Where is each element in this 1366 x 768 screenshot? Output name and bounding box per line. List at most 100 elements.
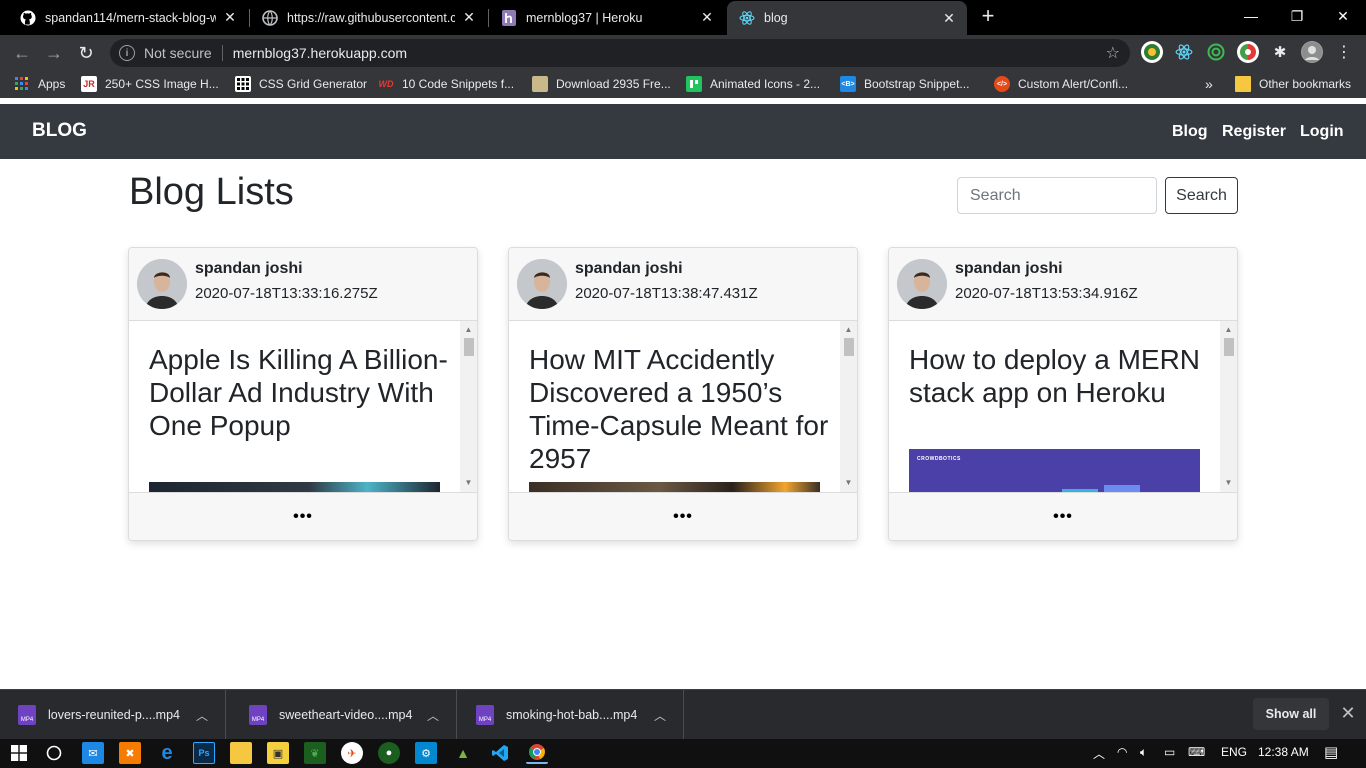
tab-github[interactable]: spandan114/mern-stack-blog-wi ✕ (8, 2, 248, 33)
wifi-icon[interactable]: ◠ (1117, 745, 1127, 759)
scroll-thumb[interactable] (844, 338, 854, 356)
bookmarks-overflow-button[interactable]: » (1205, 75, 1213, 93)
scroll-down-icon[interactable]: ▼ (1220, 476, 1237, 490)
scroll-down-icon[interactable]: ▼ (840, 476, 857, 490)
bookmark-star-icon[interactable]: ☆ (1106, 43, 1120, 63)
scrollbar[interactable]: ▲ ▼ (840, 321, 857, 492)
language-indicator[interactable]: ENG (1221, 745, 1247, 759)
chevron-up-icon[interactable]: ︿ (651, 707, 669, 724)
bookmark-css-grid-generator[interactable]: CSS Grid Generator (235, 75, 367, 93)
photoshop-icon[interactable]: Ps (193, 742, 215, 764)
chevron-up-icon[interactable]: ︿ (193, 707, 211, 724)
scroll-thumb[interactable] (464, 338, 474, 356)
bookmark-css-image-hover[interactable]: JR 250+ CSS Image H... (81, 75, 219, 93)
address-bar[interactable]: i Not secure mernblog37.herokuapp.com ☆ (110, 39, 1130, 67)
search-button[interactable]: Search (1165, 177, 1238, 214)
card-body[interactable]: How to deploy a MERN stack app on Heroku… (889, 321, 1237, 492)
brand-logo[interactable]: BLOG (32, 120, 87, 142)
scroll-up-icon[interactable]: ▲ (1220, 323, 1237, 337)
blog-card: spandan joshi 2020-07-18T13:33:16.275Z A… (128, 247, 478, 541)
close-icon[interactable]: ✕ (699, 9, 715, 26)
show-all-button[interactable]: Show all (1253, 698, 1329, 730)
bookmark-animated-icons[interactable]: Animated Icons - 2... (686, 75, 820, 93)
file-explorer-icon[interactable] (230, 742, 252, 764)
extensions-puzzle-icon[interactable]: ✱ (1269, 41, 1291, 63)
window-close-button[interactable]: ✕ (1320, 0, 1366, 32)
scroll-up-icon[interactable]: ▲ (840, 323, 857, 337)
browser-menu-icon[interactable]: ⋮ (1333, 41, 1355, 63)
profile-avatar-icon[interactable] (1301, 41, 1323, 63)
card-body[interactable]: Apple Is Killing A Billion-Dollar Ad Ind… (129, 321, 477, 492)
edge-icon[interactable]: e (156, 742, 178, 764)
cortana-search-icon[interactable] (43, 742, 65, 764)
app-icon[interactable]: ⚙ (415, 742, 437, 764)
target-extension-icon[interactable] (1205, 41, 1227, 63)
windows-start-icon[interactable] (8, 742, 30, 764)
search-input[interactable] (957, 177, 1157, 214)
tab-raw-githubusercontent[interactable]: https://raw.githubusercontent.co ✕ (250, 2, 487, 33)
maximize-button[interactable]: ❐ (1274, 0, 1320, 32)
clock[interactable]: 12:38 AM (1258, 745, 1309, 759)
more-button[interactable]: ••• (889, 492, 1237, 540)
notifications-icon[interactable]: ▤ (1324, 743, 1338, 761)
scrollbar[interactable]: ▲ ▼ (1220, 321, 1237, 492)
mail-icon[interactable]: ✉ (82, 742, 104, 764)
new-tab-button[interactable]: + (977, 5, 999, 28)
more-button[interactable]: ••• (129, 492, 477, 540)
globe-icon (262, 9, 278, 26)
mongodb-icon[interactable]: ❦ (304, 742, 326, 764)
keyboard-icon[interactable]: ⌨ (1188, 745, 1205, 759)
url-text[interactable]: mernblog37.herokuapp.com (233, 45, 1106, 61)
sticky-notes-icon[interactable]: ▣ (267, 742, 289, 764)
bookmarks-bar: Apps JR 250+ CSS Image H... CSS Grid Gen… (0, 70, 1366, 98)
other-bookmarks[interactable]: Other bookmarks (1235, 75, 1351, 93)
vscode-icon[interactable] (489, 742, 511, 764)
forward-button[interactable]: → (42, 41, 66, 65)
grid-icon (235, 76, 251, 92)
post-image: CROWDBOTICS (909, 449, 1200, 492)
volume-icon[interactable]: 🔈︎ (1140, 745, 1147, 760)
scroll-up-icon[interactable]: ▲ (460, 323, 477, 337)
xampp-icon[interactable]: ✖ (119, 742, 141, 764)
more-button[interactable]: ••• (509, 492, 857, 540)
minimize-button[interactable]: — (1228, 0, 1274, 32)
bookmark-label: Bootstrap Snippet... (864, 77, 970, 91)
battery-icon[interactable]: ▭ (1164, 745, 1175, 759)
scroll-thumb[interactable] (1224, 338, 1234, 356)
react-icon (739, 10, 755, 26)
nav-link-register[interactable]: Register (1222, 123, 1286, 141)
nav-link-blog[interactable]: Blog (1172, 123, 1208, 141)
download-item[interactable]: MP4 sweetheart-video....mp4 ︿ (231, 690, 457, 740)
download-item[interactable]: MP4 lovers-reunited-p....mp4 ︿ (0, 690, 226, 740)
tab-heroku[interactable]: mernblog37 | Heroku ✕ (489, 2, 725, 33)
close-icon[interactable]: ✕ (941, 10, 957, 27)
chrome-icon[interactable] (526, 742, 548, 764)
bookmark-apps[interactable]: Apps (14, 75, 65, 93)
security-status[interactable]: Not secure (144, 45, 212, 61)
reload-button[interactable]: ↻ (74, 41, 98, 65)
close-icon[interactable]: ✕ (1338, 703, 1358, 725)
close-icon[interactable]: ✕ (461, 9, 477, 26)
bookmark-custom-alert[interactable]: </> Custom Alert/Confi... (994, 75, 1128, 93)
chevron-up-icon[interactable]: ︿ (1093, 745, 1105, 762)
mongodb-compass-icon[interactable]: ● (378, 742, 400, 764)
bookmark-bootstrap-snippets[interactable]: <B> Bootstrap Snippet... (840, 75, 969, 93)
close-icon[interactable]: ✕ (222, 9, 238, 26)
bookmark-code-snippets[interactable]: WD 10 Code Snippets f... (378, 75, 515, 93)
card-body[interactable]: How MIT Accidently Discovered a 1950’s T… (509, 321, 857, 492)
scroll-down-icon[interactable]: ▼ (460, 476, 477, 490)
bookmark-download-free[interactable]: Download 2935 Fre... (532, 75, 671, 93)
extension-globe-icon[interactable] (1141, 41, 1163, 63)
android-studio-icon[interactable]: ▲ (452, 742, 474, 764)
tab-blog[interactable]: blog ✕ (727, 1, 967, 35)
react-devtools-icon[interactable] (1173, 41, 1195, 63)
scrollbar[interactable]: ▲ ▼ (460, 321, 477, 492)
color-extension-icon[interactable] (1237, 41, 1259, 63)
back-button[interactable]: ← (10, 41, 34, 65)
chevron-up-icon[interactable]: ︿ (424, 707, 442, 724)
site-navbar: BLOG Blog Register Login (0, 104, 1366, 159)
info-icon[interactable]: i (119, 45, 135, 61)
postman-icon[interactable]: ✈ (341, 742, 363, 764)
nav-link-login[interactable]: Login (1300, 123, 1344, 141)
download-item[interactable]: MP4 smoking-hot-bab....mp4 ︿ (458, 690, 684, 740)
